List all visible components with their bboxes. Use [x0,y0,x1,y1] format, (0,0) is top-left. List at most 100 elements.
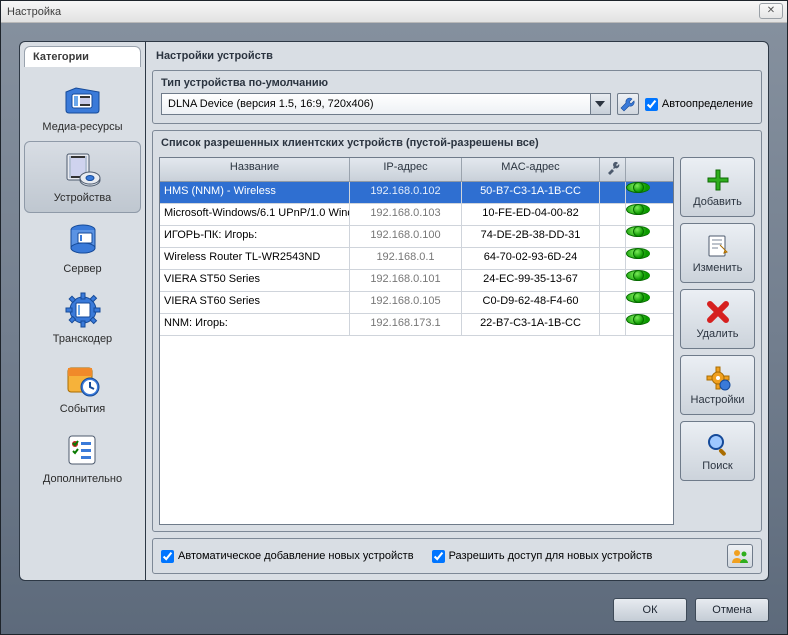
autoadd-label: Автоматическое добавление новых устройст… [178,550,414,562]
cell-mac: 64-70-02-93-6D-24 [462,248,600,269]
chevron-down-icon[interactable] [590,94,610,114]
sidebar-item-events[interactable]: События [24,353,141,423]
search-label: Поиск [702,460,732,472]
device-type-settings-button[interactable] [617,93,639,115]
cell-name: Wireless Router TL-WR2543ND [160,248,350,269]
autoadd-checkbox[interactable]: Автоматическое добавление новых устройст… [161,550,414,563]
table-header: Название IP-адрес MAC-адрес [160,158,673,182]
cell-name: VIERA ST60 Series [160,292,350,313]
search-icon [703,430,733,458]
window-title: Настройка [7,6,61,18]
delete-label: Удалить [697,328,739,340]
cell-name: VIERA ST50 Series [160,270,350,291]
autoadd-input[interactable] [161,550,174,563]
settings-label: Настройки [691,394,745,406]
default-type-combo[interactable]: DLNA Device (версия 1.5, 16:9, 720x406) [161,93,611,115]
ok-button[interactable]: ОК [613,598,687,622]
edit-button[interactable]: Изменить [680,223,755,283]
allow-label: Разрешить доступ для новых устройств [449,550,653,562]
cell-status [626,248,650,259]
cell-ip: 192.168.0.102 [350,182,462,203]
categories-heading: Категории [24,46,141,67]
cell-ip: 192.168.0.101 [350,270,462,291]
cell-tools [600,292,626,313]
sidebar-item-extra[interactable]: Дополнительно [24,423,141,493]
devices-table[interactable]: Название IP-адрес MAC-адрес HMS (NNM) - … [159,157,674,525]
autodetect-input[interactable] [645,98,658,111]
panel-title: Настройки устройств [152,48,762,64]
settings-window: Настройка ✕ Категории [0,0,788,635]
col-ip[interactable]: IP-адрес [350,158,462,181]
titlebar: Настройка ✕ [1,1,787,23]
autodetect-label: Автоопределение [662,98,753,110]
add-button[interactable]: Добавить [680,157,755,217]
sidebar-item-label: Сервер [26,263,139,275]
sidebar-item-transcoder[interactable]: Транскодер [24,283,141,353]
sidebar-item-media[interactable]: Медиа-ресурсы [24,71,141,141]
allow-input[interactable] [432,550,445,563]
cell-status [626,226,650,237]
categories-sidebar: Категории Медиа-ресурсы [19,41,145,581]
edit-icon [703,232,733,260]
cell-tools [600,248,626,269]
cell-ip: 192.168.0.1 [350,248,462,269]
col-tools[interactable] [600,158,626,181]
delete-button[interactable]: Удалить [680,289,755,349]
server-icon [62,219,104,261]
cell-ip: 192.168.0.100 [350,226,462,247]
cell-tools [600,226,626,247]
table-row[interactable]: NNM: Игорь:192.168.173.122-B7-C3-1A-1B-C… [160,314,673,336]
table-row[interactable]: HMS (NNM) - Wireless192.168.0.10250-B7-C… [160,182,673,204]
devices-icon [62,148,104,190]
client-area: Категории Медиа-ресурсы [1,23,787,634]
close-button[interactable]: ✕ [759,3,783,19]
col-status[interactable] [626,158,650,181]
sidebar-item-label: Транскодер [26,333,139,345]
cell-status [626,204,650,215]
content-panel: Настройки устройств Тип устройства по-ум… [145,41,769,581]
table-row[interactable]: Wireless Router TL-WR2543ND192.168.0.164… [160,248,673,270]
sidebar-item-devices[interactable]: Устройства [24,141,141,213]
cell-tools [600,182,626,203]
cell-ip: 192.168.0.105 [350,292,462,313]
cell-mac: 22-B7-C3-1A-1B-CC [462,314,600,335]
plus-icon [703,166,733,194]
users-icon-button[interactable] [727,544,753,568]
table-row[interactable]: Microsoft-Windows/6.1 UPnP/1.0 Windows19… [160,204,673,226]
cell-mac: C0-D9-62-48-F4-60 [462,292,600,313]
cell-tools [600,204,626,225]
cell-ip: 192.168.0.103 [350,204,462,225]
users-icon [731,547,749,565]
cell-tools [600,270,626,291]
allow-checkbox[interactable]: Разрешить доступ для новых устройств [432,550,653,563]
status-dot-icon [633,204,644,215]
status-dot-icon [633,226,644,237]
cancel-button[interactable]: Отмена [695,598,769,622]
sidebar-item-label: Устройства [27,192,138,204]
sidebar-item-label: Медиа-ресурсы [26,121,139,133]
cell-name: Microsoft-Windows/6.1 UPnP/1.0 Windows [160,204,350,225]
cell-status [626,182,650,193]
delete-icon [703,298,733,326]
cell-mac: 24-EC-99-35-13-67 [462,270,600,291]
status-dot-icon [633,292,644,303]
col-mac[interactable]: MAC-адрес [462,158,600,181]
devlist-legend: Список разрешенных клиентских устройств … [153,131,761,153]
sidebar-item-label: События [26,403,139,415]
dialog-buttons: ОК Отмена [613,598,769,622]
table-row[interactable]: VIERA ST50 Series192.168.0.10124-EC-99-3… [160,270,673,292]
sidebar-item-server[interactable]: Сервер [24,213,141,283]
wrench-icon [620,96,636,112]
table-row[interactable]: VIERA ST60 Series192.168.0.105C0-D9-62-4… [160,292,673,314]
autodetect-checkbox[interactable]: Автоопределение [645,98,753,111]
table-row[interactable]: ИГОРЬ-ПК: Игорь:192.168.0.10074-DE-2B-38… [160,226,673,248]
cell-ip: 192.168.173.1 [350,314,462,335]
cell-status [626,314,650,325]
sidebar-item-label: Дополнительно [26,473,139,485]
col-name[interactable]: Название [160,158,350,181]
search-button[interactable]: Поиск [680,421,755,481]
settings-button[interactable]: Настройки [680,355,755,415]
tools-icon [606,161,620,175]
status-dot-icon [633,270,644,281]
cell-status [626,292,650,303]
